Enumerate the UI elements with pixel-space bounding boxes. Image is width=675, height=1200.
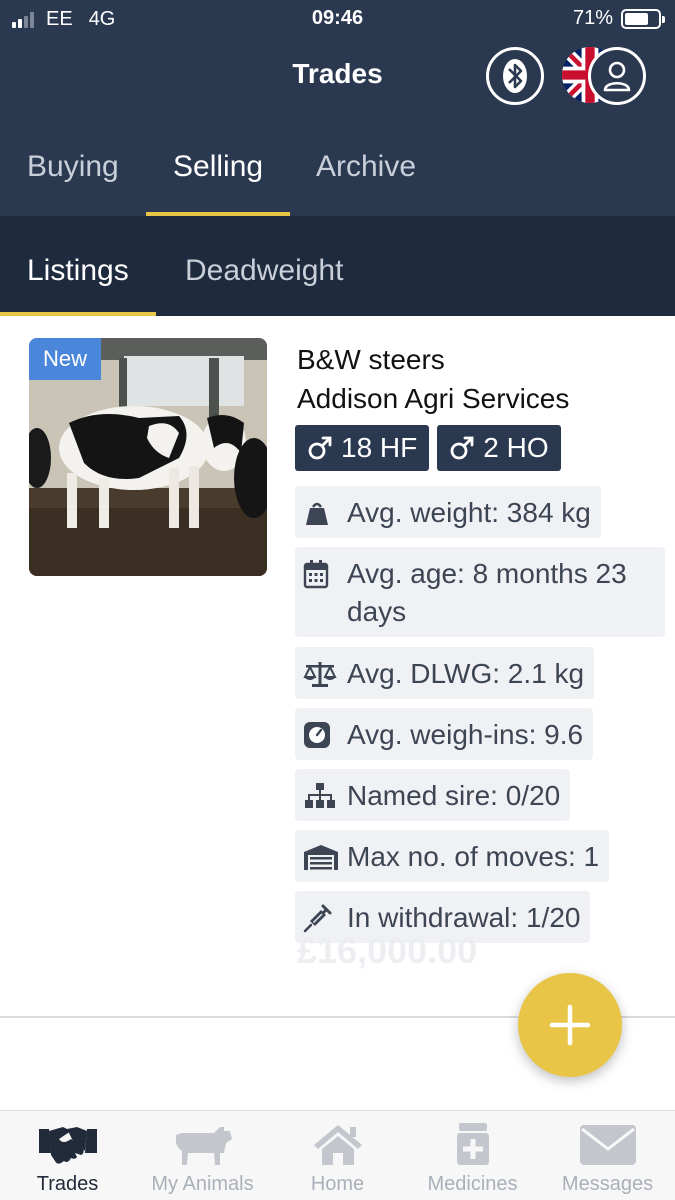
medicine-icon [456,1123,489,1165]
tab-label: Archive [316,150,417,183]
seller-name: Addison Agri Services [297,383,570,414]
warehouse-icon [304,845,338,870]
stat-max-moves: Max no. of moves: 1 [295,830,610,882]
breed-tag: 2 HO [437,425,561,471]
tab-label: Buying [27,150,119,183]
tab-label: Listings [27,254,129,287]
listing-photo[interactable]: New [29,338,267,576]
stat-avg-weight: Avg. weight: 384 kg [295,486,601,538]
plus-icon [549,1004,591,1046]
stat-label: Named sire: 0/20 [347,780,561,811]
sitemap-icon [305,783,335,808]
weight-bag-icon [306,502,328,525]
profile-button[interactable] [588,47,646,105]
male-icon [450,436,474,460]
tab-archive[interactable]: Archive [316,150,416,216]
tab-buying[interactable]: Buying [27,150,119,216]
stat-avg-age: Avg. age: 8 months 23 days [295,547,665,637]
weighing-scale-icon [304,722,330,748]
stat-label: Avg. weight: 384 kg [347,497,591,528]
stat-label: Avg. DLWG: 2.1 kg [347,658,585,689]
stat-avg-weigh-ins: Avg. weigh-ins: 9.6 [295,708,594,760]
listing-title: B&W steers [297,344,445,375]
tag-label: 2 HO [483,432,549,463]
nav-label: Medicines [427,1173,518,1195]
syringe-icon [303,904,332,933]
battery-percent: 71% [572,7,613,29]
calendar-icon [303,560,329,589]
handshake-icon [38,1127,97,1164]
nav-home[interactable]: Home [270,1111,405,1200]
bluetooth-icon [503,59,527,93]
bluetooth-button[interactable] [486,47,544,105]
cow-icon [175,1127,232,1165]
tab-label: Selling [173,150,264,183]
listing-price: £16,000.00 [297,930,478,971]
main-tabs: Buying Selling Archive [0,140,675,216]
stat-label: Max no. of moves: 1 [347,841,600,872]
stat-named-sire: Named sire: 0/20 [295,769,571,821]
nav-my-animals[interactable]: My Animals [135,1111,270,1200]
tab-label: Deadweight [185,254,344,287]
tab-selling[interactable]: Selling [146,150,291,216]
nav-label: Home [310,1173,365,1195]
stat-avg-dlwg: Avg. DLWG: 2.1 kg [295,647,595,699]
nav-messages[interactable]: Messages [540,1111,675,1200]
nav-trades[interactable]: Trades [0,1111,135,1200]
nav-label: Messages [561,1173,654,1195]
user-icon [603,61,631,92]
animal-tags: 18 HF 2 HO [295,425,561,471]
breed-tag: 18 HF [295,425,430,471]
stat-label: Avg. weigh-ins: 9.6 [347,719,584,750]
bottom-nav: Trades My Animals Home Medicines Message… [0,1110,675,1200]
nav-label: My Animals [151,1173,254,1195]
listing-card[interactable]: New B&W steers Addison Agri Services 18 … [0,316,675,1016]
add-listing-button[interactable] [518,973,622,1077]
nav-medicines[interactable]: Medicines [405,1111,540,1200]
new-badge: New [29,338,102,380]
stat-label: Avg. age: 8 months 23 days [347,558,627,627]
tag-label: 18 HF [341,432,418,463]
home-icon [313,1125,362,1165]
sub-tabs: Listings Deadweight [0,216,675,316]
status-bar: EE 4G 09:46 71% [0,0,675,38]
tab-listings[interactable]: Listings [0,254,156,316]
tab-deadweight[interactable]: Deadweight [185,254,343,316]
envelope-icon [579,1125,636,1165]
battery-icon [621,8,665,29]
balance-scale-icon [303,662,337,687]
nav-label: Trades [36,1173,99,1195]
male-icon [308,436,332,460]
